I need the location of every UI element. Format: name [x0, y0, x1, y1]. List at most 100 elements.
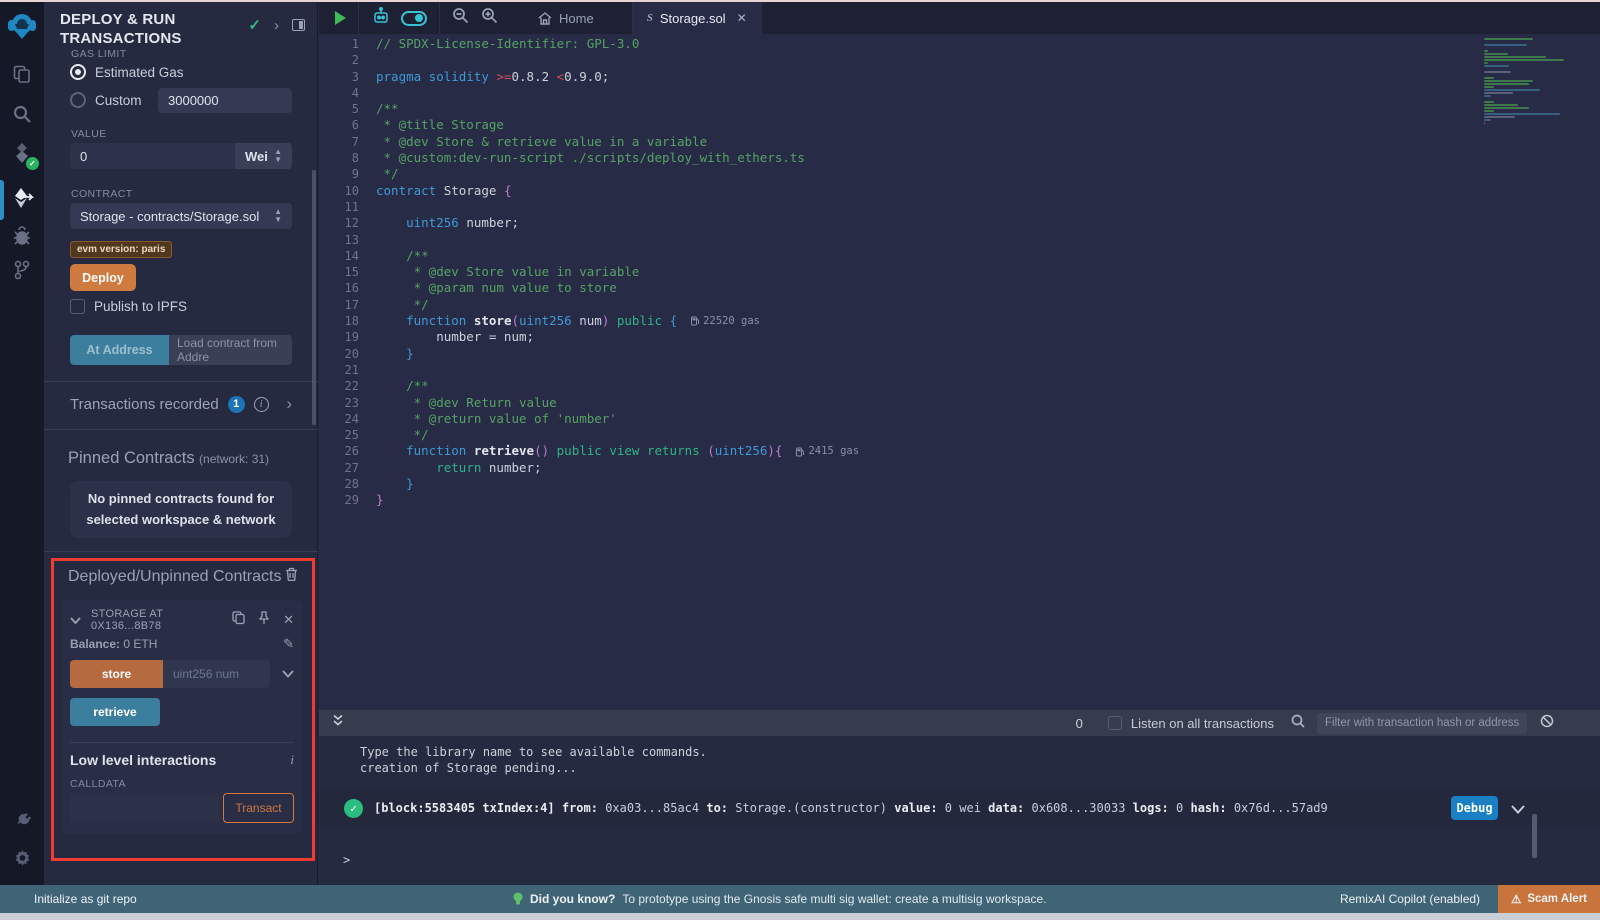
- retrieve-function-button[interactable]: retrieve: [70, 698, 160, 726]
- publish-ipfs-label: Publish to IPFS: [94, 299, 187, 314]
- code-line[interactable]: 7 * @dev Store & retrieve value in a var…: [319, 134, 1600, 150]
- code-line[interactable]: 6 * @title Storage: [319, 117, 1600, 133]
- custom-gas-input[interactable]: 3000000: [158, 88, 292, 113]
- code-line[interactable]: 4: [319, 85, 1600, 101]
- publish-ipfs-checkbox[interactable]: [70, 299, 85, 314]
- code-line[interactable]: 29}: [319, 492, 1600, 508]
- deploy-and-run-icon[interactable]: [10, 186, 34, 210]
- info-icon[interactable]: i: [254, 397, 269, 412]
- gas-estimate-annotation: 22520 gas: [691, 313, 760, 329]
- contract-label: CONTRACT: [71, 188, 133, 200]
- panel-expand-icon[interactable]: ›: [274, 17, 279, 34]
- calldata-input[interactable]: [70, 793, 220, 823]
- expand-terminal-icon[interactable]: [332, 714, 344, 732]
- transaction-log-row[interactable]: ✓ [block:5583405 txIndex:4] from: 0xa03.…: [319, 790, 1600, 826]
- code-line[interactable]: 25 */: [319, 427, 1600, 443]
- terminal[interactable]: Type the library name to see available c…: [319, 736, 1600, 885]
- code-line[interactable]: 20 }: [319, 346, 1600, 362]
- store-function-button[interactable]: store: [70, 660, 163, 688]
- expand-args-icon[interactable]: [282, 665, 294, 683]
- remix-logo[interactable]: [6, 10, 38, 42]
- terminal-scrollbar[interactable]: [1532, 814, 1537, 858]
- trash-icon[interactable]: [285, 567, 298, 586]
- transactions-expand-icon[interactable]: ›: [286, 394, 292, 414]
- code-line[interactable]: 15 * @dev Store value in variable: [319, 264, 1600, 280]
- contract-instance-label[interactable]: STORAGE AT 0X136...8B78: [91, 608, 232, 632]
- at-address-input[interactable]: Load contract from Addre: [169, 335, 292, 365]
- git-icon[interactable]: [10, 258, 34, 282]
- close-tab-icon[interactable]: ✕: [737, 11, 747, 25]
- balance-label: Balance:: [70, 637, 120, 651]
- code-line[interactable]: 21: [319, 362, 1600, 378]
- file-explorer-icon[interactable]: [10, 62, 34, 86]
- code-line[interactable]: 27 return number;: [319, 460, 1600, 476]
- scam-alert-button[interactable]: ⚠ Scam Alert: [1498, 885, 1600, 913]
- transaction-count: 0: [1076, 716, 1083, 731]
- estimated-gas-radio[interactable]: [70, 64, 86, 80]
- zoom-out-icon[interactable]: [452, 7, 469, 29]
- value-unit-select[interactable]: Wei ▲▼: [235, 143, 292, 169]
- transact-button[interactable]: Transact: [223, 793, 294, 823]
- tab-storage-sol[interactable]: S Storage.sol ✕: [632, 2, 762, 34]
- panel-scrollbar[interactable]: [312, 170, 316, 425]
- filter-input[interactable]: Filter with transaction hash or address: [1317, 713, 1527, 734]
- zoom-in-icon[interactable]: [481, 7, 498, 29]
- code-line[interactable]: 14 /**: [319, 248, 1600, 264]
- pin-icon[interactable]: [258, 611, 270, 630]
- store-args-input[interactable]: uint256 num: [163, 660, 270, 688]
- code-line[interactable]: 10contract Storage {: [319, 183, 1600, 199]
- search-icon[interactable]: [10, 102, 34, 126]
- info-icon[interactable]: i: [290, 752, 294, 768]
- clear-terminal-icon[interactable]: [1540, 714, 1554, 733]
- listen-all-checkbox[interactable]: [1108, 716, 1122, 730]
- evm-version-badge: evm version: paris: [70, 241, 172, 258]
- code-line[interactable]: 16 * @param num value to store: [319, 280, 1600, 296]
- code-line[interactable]: 9 */: [319, 166, 1600, 182]
- copy-icon[interactable]: [232, 611, 245, 629]
- debug-button[interactable]: Debug: [1451, 796, 1498, 820]
- code-line[interactable]: 3pragma solidity >=0.8.2 <0.9.0;: [319, 69, 1600, 85]
- code-line[interactable]: 26 function retrieve() public view retur…: [319, 443, 1600, 459]
- code-line[interactable]: 24 * @return value of 'number': [319, 411, 1600, 427]
- edit-balance-icon[interactable]: ✎: [283, 636, 294, 652]
- at-address-button[interactable]: At Address: [70, 335, 169, 365]
- code-line[interactable]: 8 * @custom:dev-run-script ./scripts/dep…: [319, 150, 1600, 166]
- close-icon[interactable]: ✕: [283, 612, 294, 628]
- editor-minimap[interactable]: [1484, 38, 1584, 124]
- code-line[interactable]: 2: [319, 52, 1600, 68]
- run-script-icon[interactable]: [335, 11, 346, 25]
- settings-icon[interactable]: [10, 846, 34, 870]
- balance-value: 0 ETH: [123, 637, 157, 651]
- code-line[interactable]: 18 function store(uint256 num) public {2…: [319, 313, 1600, 329]
- copilot-status[interactable]: RemixAI Copilot (enabled): [1340, 892, 1480, 906]
- code-line[interactable]: 5/**: [319, 101, 1600, 117]
- code-line[interactable]: 19 number = num;: [319, 329, 1600, 345]
- active-plugin-indicator: [0, 180, 4, 220]
- plugin-manager-icon[interactable]: [10, 808, 34, 832]
- code-editor[interactable]: 1// SPDX-License-Identifier: GPL-3.023pr…: [319, 34, 1600, 710]
- code-line[interactable]: 28 }: [319, 476, 1600, 492]
- code-line[interactable]: 17 */: [319, 297, 1600, 313]
- tx-expand-icon[interactable]: [1511, 799, 1525, 818]
- debugger-icon[interactable]: [10, 224, 34, 248]
- code-line[interactable]: 13: [319, 232, 1600, 248]
- pin-panel-icon[interactable]: [292, 19, 305, 31]
- terminal-search-icon[interactable]: [1291, 714, 1305, 733]
- contract-select[interactable]: Storage - contracts/Storage.sol ▲▼: [70, 203, 292, 229]
- transactions-recorded-label: Transactions recorded: [70, 396, 219, 413]
- code-line[interactable]: 11: [319, 199, 1600, 215]
- copilot-toggle[interactable]: [401, 11, 427, 26]
- chevron-down-icon[interactable]: [70, 611, 81, 629]
- code-line[interactable]: 22 /**: [319, 378, 1600, 394]
- custom-gas-radio[interactable]: [70, 92, 86, 108]
- git-init-status[interactable]: Initialize as git repo: [34, 892, 137, 906]
- code-line[interactable]: 23 * @dev Return value: [319, 395, 1600, 411]
- deploy-button[interactable]: Deploy: [70, 264, 136, 291]
- ai-copilot-icon[interactable]: [371, 6, 391, 31]
- code-line[interactable]: 1// SPDX-License-Identifier: GPL-3.0: [319, 36, 1600, 52]
- solidity-compiler-icon[interactable]: ✓: [10, 142, 34, 166]
- code-line[interactable]: 12 uint256 number;: [319, 215, 1600, 231]
- tx-log-text: [block:5583405 txIndex:4] from: 0xa03...…: [374, 801, 1328, 815]
- value-input[interactable]: 0: [70, 143, 235, 169]
- tab-home[interactable]: Home: [524, 2, 608, 34]
